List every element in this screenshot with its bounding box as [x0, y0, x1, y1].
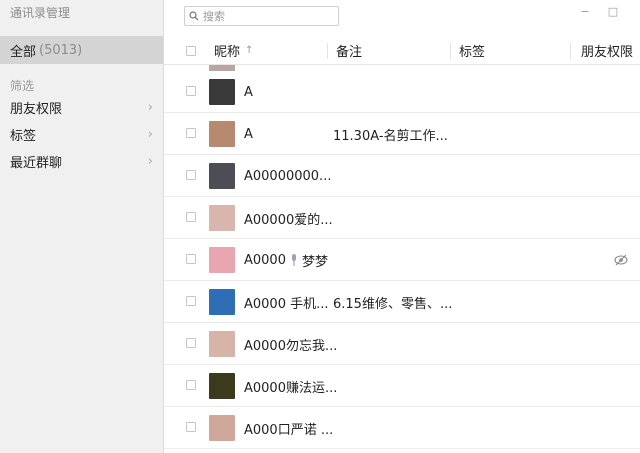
filter-section-title: 筛选 — [10, 79, 35, 93]
avatar — [209, 163, 235, 189]
row-checkbox[interactable] — [186, 86, 196, 96]
avatar — [209, 289, 235, 315]
microphone-icon — [291, 254, 296, 266]
sidebar-item-tags[interactable]: 标签 › — [0, 121, 163, 147]
table-row[interactable]: A0000赚法运... — [164, 365, 640, 407]
sidebar-item-friend-permission[interactable]: 朋友权限 › — [0, 94, 163, 120]
column-divider[interactable] — [327, 43, 328, 59]
table-row[interactable]: A0000 手机... 6.15维修、零售、... — [164, 281, 640, 323]
column-header-remark[interactable]: 备注 — [336, 37, 362, 64]
nickname-suffix: 梦梦 — [301, 254, 328, 270]
avatar — [209, 121, 235, 147]
sidebar-item-label: 标签 — [10, 128, 37, 144]
table-row[interactable]: A0000勿忘我... — [164, 323, 640, 365]
checkbox[interactable] — [186, 45, 196, 56]
contact-list: A A 11.30A-名剪工作... A00000000... A00000爱的… — [164, 65, 640, 453]
contact-nickname: A000口严诺 ... — [244, 422, 334, 438]
search-input[interactable] — [199, 9, 328, 23]
row-checkbox[interactable] — [186, 296, 196, 306]
sidebar-item-label: 全部 — [10, 44, 37, 60]
avatar — [209, 247, 235, 273]
row-checkbox[interactable] — [186, 422, 196, 432]
column-divider[interactable] — [450, 43, 451, 59]
contact-nickname: A00000爱的... — [244, 212, 333, 228]
sort-ascending-icon: ↑ — [245, 45, 254, 56]
column-label: 备注 — [336, 45, 363, 60]
search-icon — [189, 11, 199, 21]
contact-nickname: A0000赚法运... — [244, 380, 338, 396]
table-row[interactable]: A 11.30A-名剪工作... — [164, 113, 640, 155]
avatar — [209, 415, 235, 441]
column-header-friend-permission[interactable]: 朋友权限 — [581, 37, 633, 64]
avatar — [209, 205, 235, 231]
table-header: 昵称 ↑ 备注 标签 朋友权限 — [164, 37, 640, 65]
contact-nickname: A00000000... — [244, 168, 332, 184]
minimize-button[interactable]: − — [578, 5, 592, 18]
maximize-button[interactable]: □ — [606, 5, 620, 18]
table-row[interactable]: A0000 梦梦 — [164, 239, 640, 281]
select-all-checkbox[interactable] — [186, 37, 196, 64]
contact-remark: 11.30A-名剪工作... — [333, 128, 448, 144]
sidebar-item-label: 朋友权限 — [10, 101, 63, 117]
contact-nickname: A0000勿忘我... — [244, 338, 338, 354]
contact-nickname: A — [244, 126, 253, 142]
table-row[interactable]: A00000爱的... — [164, 197, 640, 239]
contacts-panel: − □ 昵称 ↑ 备注 标签 朋友权限 A — [164, 0, 640, 453]
contact-nickname: A0000 梦梦 — [244, 239, 328, 281]
row-checkbox[interactable] — [186, 254, 196, 264]
hidden-moments-icon — [614, 254, 628, 266]
sidebar-item-recent-groups[interactable]: 最近群聊 › — [0, 148, 163, 174]
avatar — [209, 331, 235, 357]
sidebar-item-label: 最近群聊 — [10, 155, 63, 171]
chevron-right-icon: › — [147, 153, 153, 169]
contact-remark: 6.15维修、零售、... — [333, 296, 453, 312]
nickname-text: A0000 — [244, 252, 286, 268]
column-label: 朋友权限 — [581, 45, 634, 60]
chevron-right-icon: › — [147, 99, 153, 115]
row-checkbox[interactable] — [186, 128, 196, 138]
column-header-tags[interactable]: 标签 — [459, 37, 485, 64]
column-label: 昵称 — [214, 45, 241, 60]
column-divider[interactable] — [570, 43, 571, 59]
sidebar: 通讯录管理 全部 (5013) 筛选 朋友权限 › 标签 › 最近群聊 › — [0, 0, 164, 453]
row-checkbox[interactable] — [186, 212, 196, 222]
contact-nickname: A0000 手机... — [244, 296, 329, 312]
table-row[interactable]: A — [164, 71, 640, 113]
contact-count: (5013) — [39, 42, 83, 58]
row-checkbox[interactable] — [186, 380, 196, 390]
column-label: 标签 — [459, 45, 486, 60]
avatar — [209, 373, 235, 399]
table-row[interactable]: A000口严诺 ... — [164, 407, 640, 449]
app-title: 通讯录管理 — [10, 6, 71, 20]
row-checkbox[interactable] — [186, 338, 196, 348]
search-box[interactable] — [184, 6, 339, 26]
column-header-nickname[interactable]: 昵称 ↑ — [214, 37, 253, 64]
sidebar-item-all[interactable]: 全部 (5013) — [0, 36, 163, 64]
contact-nickname: A — [244, 84, 253, 100]
row-checkbox[interactable] — [186, 170, 196, 180]
table-row[interactable]: A00000000... — [164, 155, 640, 197]
chevron-right-icon: › — [147, 126, 153, 142]
avatar — [209, 79, 235, 105]
